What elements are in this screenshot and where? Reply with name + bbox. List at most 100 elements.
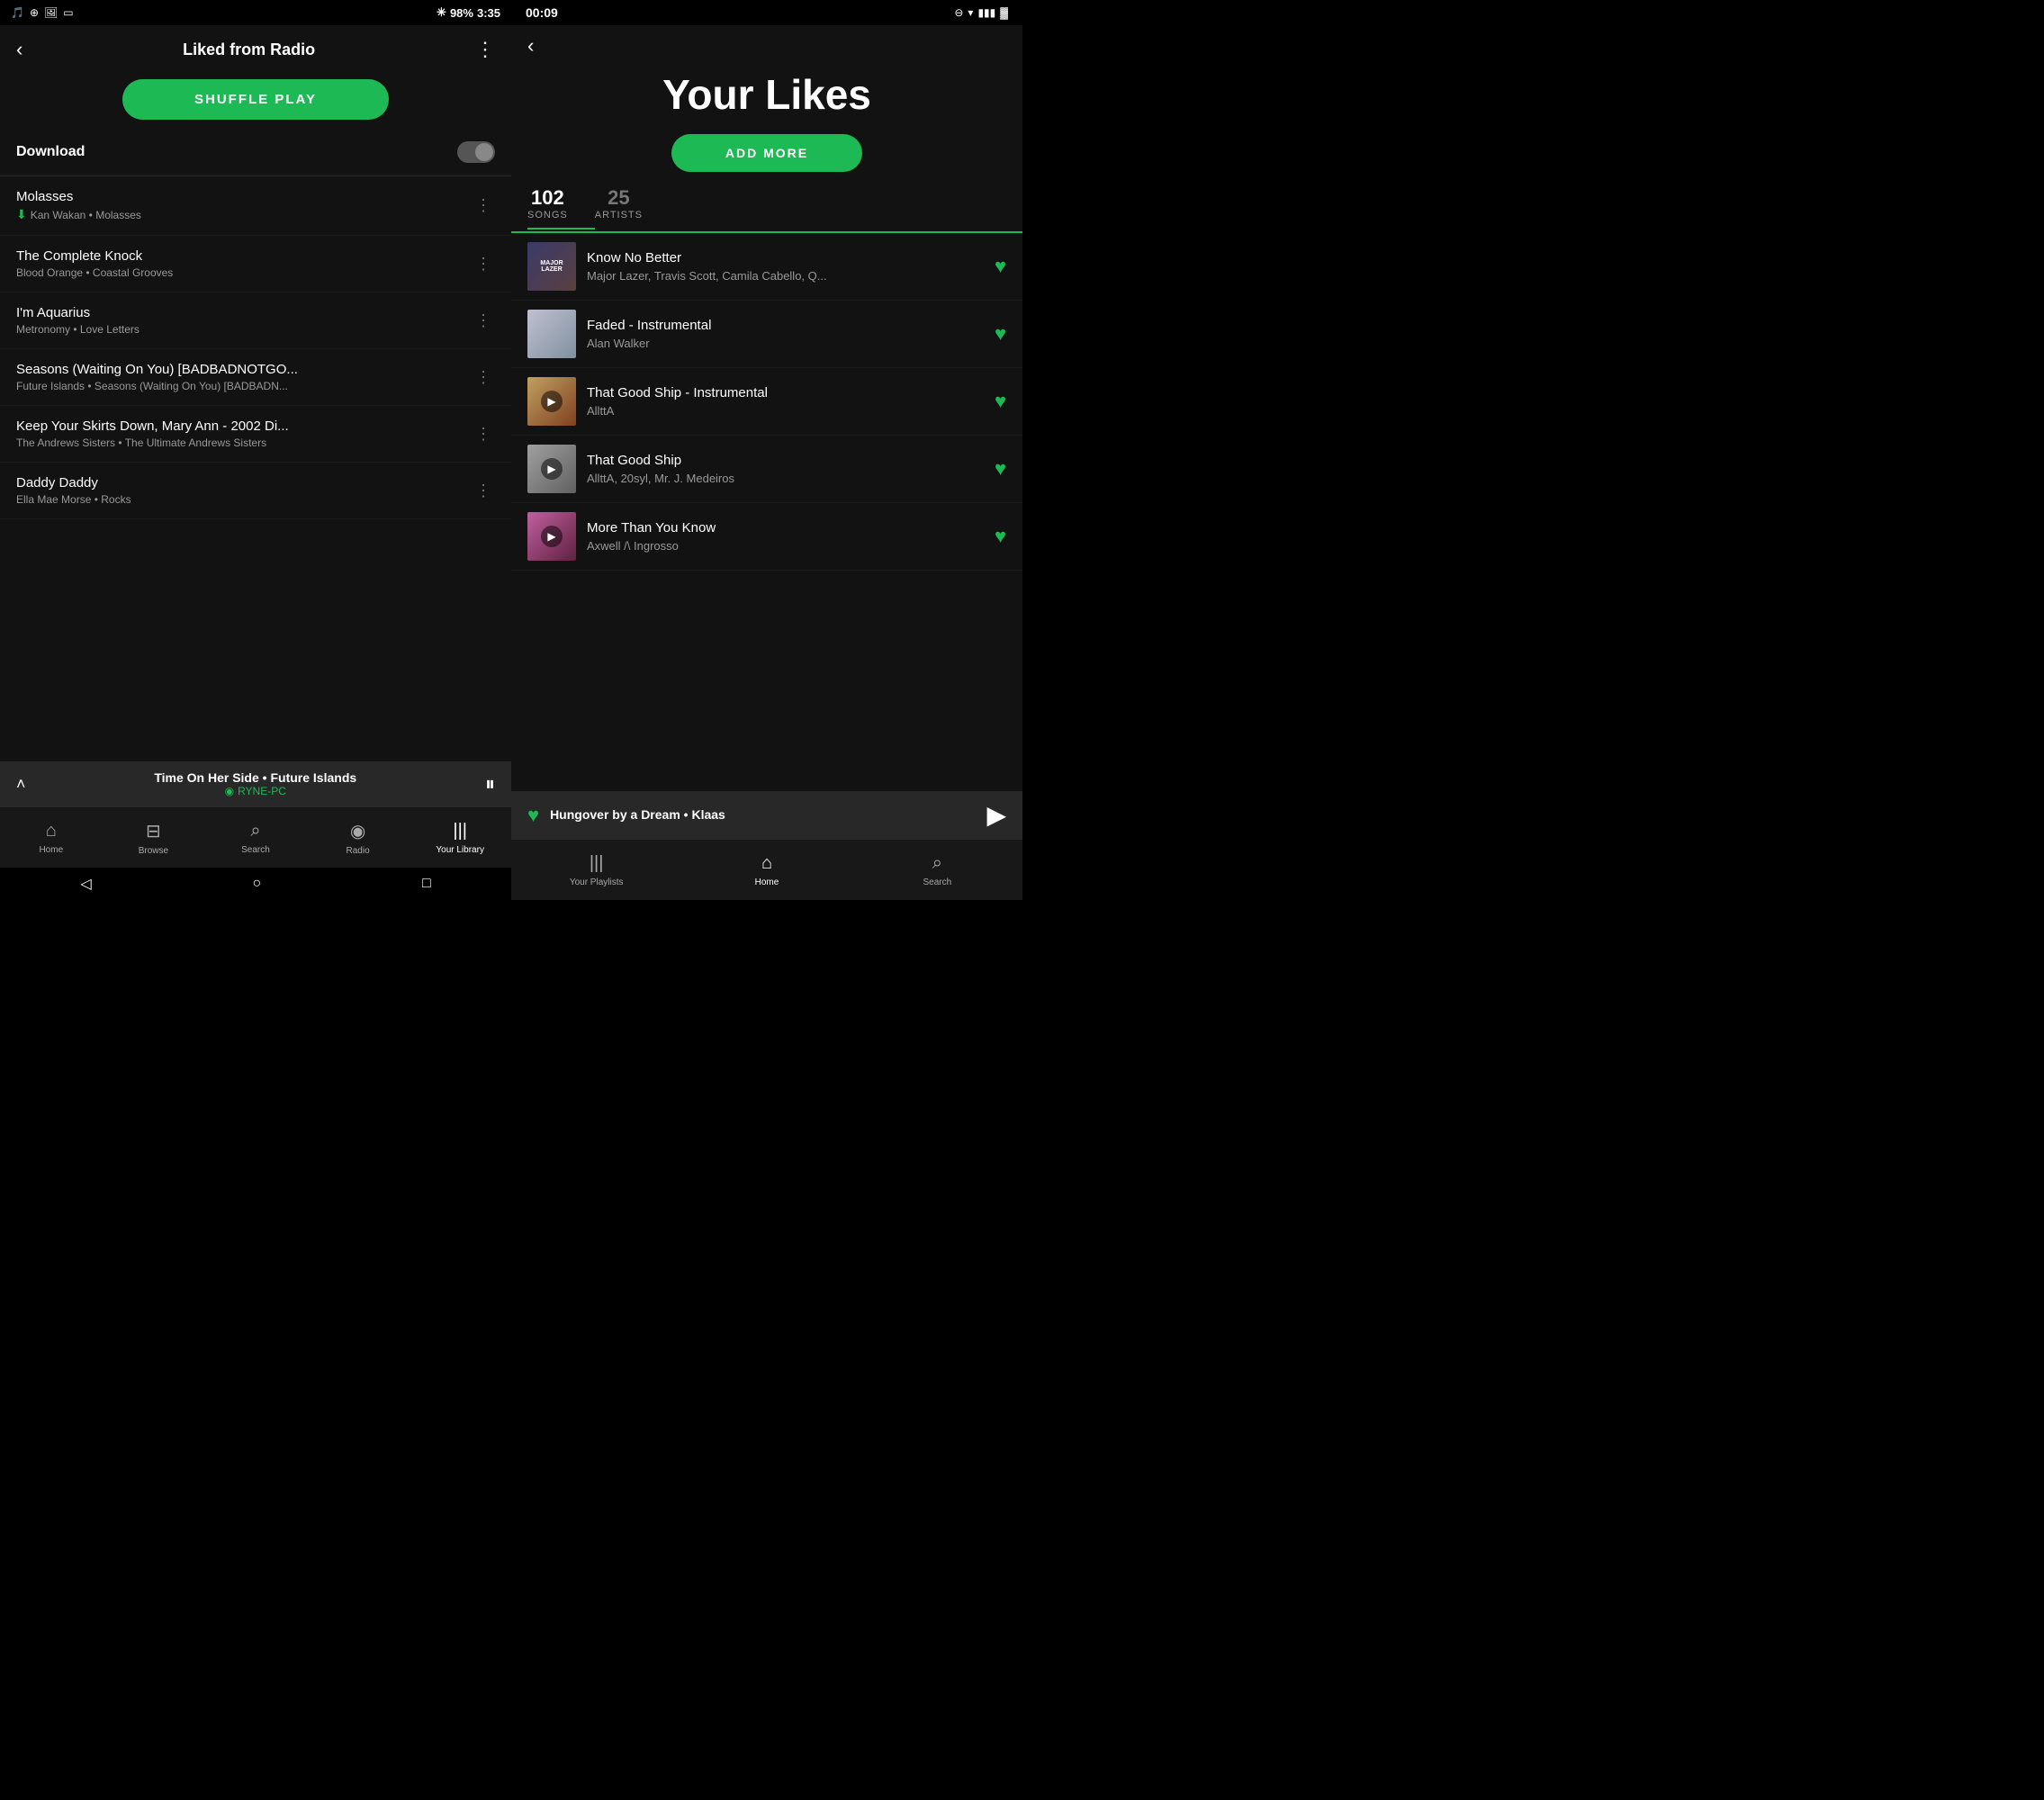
r-nav-search[interactable]: ⌕ Search [852, 840, 1022, 900]
nav-radio[interactable]: ◉ Radio [307, 807, 410, 868]
song-options-button[interactable]: ⋮ [472, 364, 495, 391]
signal-icon: ▮▮▮ [977, 6, 995, 19]
r-song-title: Know No Better [587, 250, 884, 266]
left-system-nav: ◁ ○ □ [0, 868, 511, 900]
artists-count: 25 [595, 186, 643, 210]
song-options-button[interactable]: ⋮ [472, 478, 495, 504]
r-song-info: More Than You Know Axwell /\ Ingrosso [587, 520, 984, 553]
album-art-know-no-better: MAJOR LAZER [527, 242, 576, 291]
download-row: Download [0, 134, 511, 176]
right-header: ‹ [511, 25, 1022, 58]
song-info: Daddy Daddy Ella Mae Morse • Rocks [16, 475, 472, 506]
download-toggle[interactable] [457, 141, 495, 163]
like-button[interactable]: ♥ [995, 457, 1006, 481]
song-options-button[interactable]: ⋮ [472, 251, 495, 277]
right-page-title: Your Likes [527, 72, 1006, 118]
songs-count: 102 [527, 186, 568, 210]
r-song-subtitle: Axwell /\ Ingrosso [587, 539, 884, 553]
song-item-skirts[interactable]: Keep Your Skirts Down, Mary Ann - 2002 D… [0, 406, 511, 463]
mini-player-title: Hungover by a Dream • Klaas [550, 807, 725, 822]
song-info: Keep Your Skirts Down, Mary Ann - 2002 D… [16, 418, 472, 449]
song-item-molasses[interactable]: Molasses ⬇ Kan Wakan • Molasses ⋮ [0, 176, 511, 236]
songs-stat[interactable]: 102 SONGS [527, 186, 595, 230]
search-icon: ⌕ [250, 821, 260, 842]
now-playing-bar: ˄ Time On Her Side • Future Islands ◉ RY… [0, 761, 511, 806]
song-title: Keep Your Skirts Down, Mary Ann - 2002 D… [16, 418, 430, 434]
song-info: Seasons (Waiting On You) [BADBADNOTGO...… [16, 362, 472, 392]
radio-icon: ◉ [350, 820, 365, 842]
expand-player-button[interactable]: ˄ [16, 775, 26, 794]
left-status-bar: 🎵 ⊕ 🖼 ▭ ✳ 98% 3:35 [0, 0, 511, 25]
home-icon: ⌂ [46, 821, 57, 842]
r-song-subtitle: Major Lazer, Travis Scott, Camila Cabell… [587, 269, 884, 283]
r-nav-home[interactable]: ⌂ Home [681, 840, 851, 900]
mini-player-play-button[interactable]: ▶ [986, 800, 1006, 830]
nav-home[interactable]: ⌂ Home [0, 807, 103, 868]
r-song-subtitle: Alan Walker [587, 337, 884, 350]
nav-browse[interactable]: ⊟ Browse [103, 807, 205, 868]
right-clock: 00:09 [526, 5, 558, 20]
more-options-button[interactable]: ⋮ [475, 38, 495, 61]
nav-library[interactable]: ||| Your Library [409, 807, 511, 868]
song-info: The Complete Knock Blood Orange • Coasta… [16, 248, 472, 279]
artists-stat[interactable]: 25 ARTISTS [595, 186, 670, 228]
clock-left: 3:35 [477, 6, 500, 20]
right-song-list: MAJOR LAZER Know No Better Major Lazer, … [511, 233, 1022, 791]
right-mini-player: ♥ Hungover by a Dream • Klaas ▶ [511, 791, 1022, 839]
play-overlay-icon: ▶ [541, 526, 563, 547]
pause-button[interactable]: ⏸ [485, 772, 495, 796]
nav-radio-label: Radio [347, 846, 370, 856]
r-song-item-faded[interactable]: Faded - Instrumental Alan Walker ♥ [511, 301, 1022, 368]
r-song-info: That Good Ship - Instrumental AllttA [587, 385, 984, 418]
shuffle-play-button[interactable]: SHUFFLE PLAY [122, 79, 389, 120]
left-status-left: 🎵 ⊕ 🖼 ▭ [11, 6, 74, 19]
r-song-item-more-than-you-know[interactable]: ▶ More Than You Know Axwell /\ Ingrosso … [511, 503, 1022, 571]
nav-library-label: Your Library [436, 845, 484, 855]
r-song-info: Know No Better Major Lazer, Travis Scott… [587, 250, 984, 283]
r-song-title: That Good Ship - Instrumental [587, 385, 884, 400]
back-sys-button[interactable]: ◁ [80, 875, 91, 893]
song-subtitle: ⬇ Kan Wakan • Molasses [16, 207, 430, 222]
left-panel: 🎵 ⊕ 🖼 ▭ ✳ 98% 3:35 ‹ Liked from Radio ⋮ … [0, 0, 511, 900]
like-button[interactable]: ♥ [995, 390, 1006, 413]
song-options-button[interactable]: ⋮ [472, 193, 495, 219]
battery-text: 98% [450, 6, 473, 20]
song-item-aquarius[interactable]: I'm Aquarius Metronomy • Love Letters ⋮ [0, 292, 511, 349]
song-item-daddy[interactable]: Daddy Daddy Ella Mae Morse • Rocks ⋮ [0, 463, 511, 519]
playlists-icon: ||| [590, 853, 604, 874]
add-more-button[interactable]: ADD MORE [671, 134, 862, 172]
right-status-bar: 00:09 ⊖ ▾ ▮▮▮ ▓ [511, 0, 1022, 25]
screen-icon: ▭ [63, 6, 73, 19]
wifi-icon: ▾ [968, 6, 973, 19]
right-bottom-nav: ||| Your Playlists ⌂ Home ⌕ Search [511, 839, 1022, 900]
song-item-seasons[interactable]: Seasons (Waiting On You) [BADBADNOTGO...… [0, 349, 511, 406]
mini-player-heart[interactable]: ♥ [527, 804, 539, 827]
nav-home-label: Home [39, 845, 63, 855]
r-song-item-that-good-ship-inst[interactable]: ▶ That Good Ship - Instrumental AllttA ♥ [511, 368, 1022, 436]
back-button[interactable]: ‹ [16, 38, 23, 61]
album-art-more-than-you-know: ▶ [527, 512, 576, 561]
play-overlay-icon: ▶ [541, 458, 563, 480]
home-sys-button[interactable]: ○ [252, 876, 261, 892]
like-button[interactable]: ♥ [995, 525, 1006, 548]
song-title: Daddy Daddy [16, 475, 430, 490]
r-song-item-that-good-ship[interactable]: ▶ That Good Ship AllttA, 20syl, Mr. J. M… [511, 436, 1022, 503]
album-art-faded [527, 310, 576, 358]
right-back-button[interactable]: ‹ [527, 34, 534, 58]
song-options-button[interactable]: ⋮ [472, 308, 495, 334]
song-item-complete-knock[interactable]: The Complete Knock Blood Orange • Coasta… [0, 236, 511, 292]
like-button[interactable]: ♥ [995, 322, 1006, 346]
r-nav-playlists[interactable]: ||| Your Playlists [511, 840, 681, 900]
library-icon: ||| [453, 821, 467, 842]
song-options-button[interactable]: ⋮ [472, 421, 495, 447]
recents-sys-button[interactable]: □ [422, 876, 431, 892]
download-indicator-icon: ⬇ [16, 207, 27, 222]
song-info: Molasses ⬇ Kan Wakan • Molasses [16, 189, 472, 222]
r-song-subtitle: AllttA, 20syl, Mr. J. Medeiros [587, 472, 884, 485]
nav-search[interactable]: ⌕ Search [204, 807, 307, 868]
like-button[interactable]: ♥ [995, 255, 1006, 278]
r-song-item-know-no-better[interactable]: MAJOR LAZER Know No Better Major Lazer, … [511, 233, 1022, 301]
device-icon: ◉ [225, 785, 234, 797]
song-subtitle: Metronomy • Love Letters [16, 323, 430, 336]
battery-right-icon: ▓ [1000, 6, 1008, 19]
